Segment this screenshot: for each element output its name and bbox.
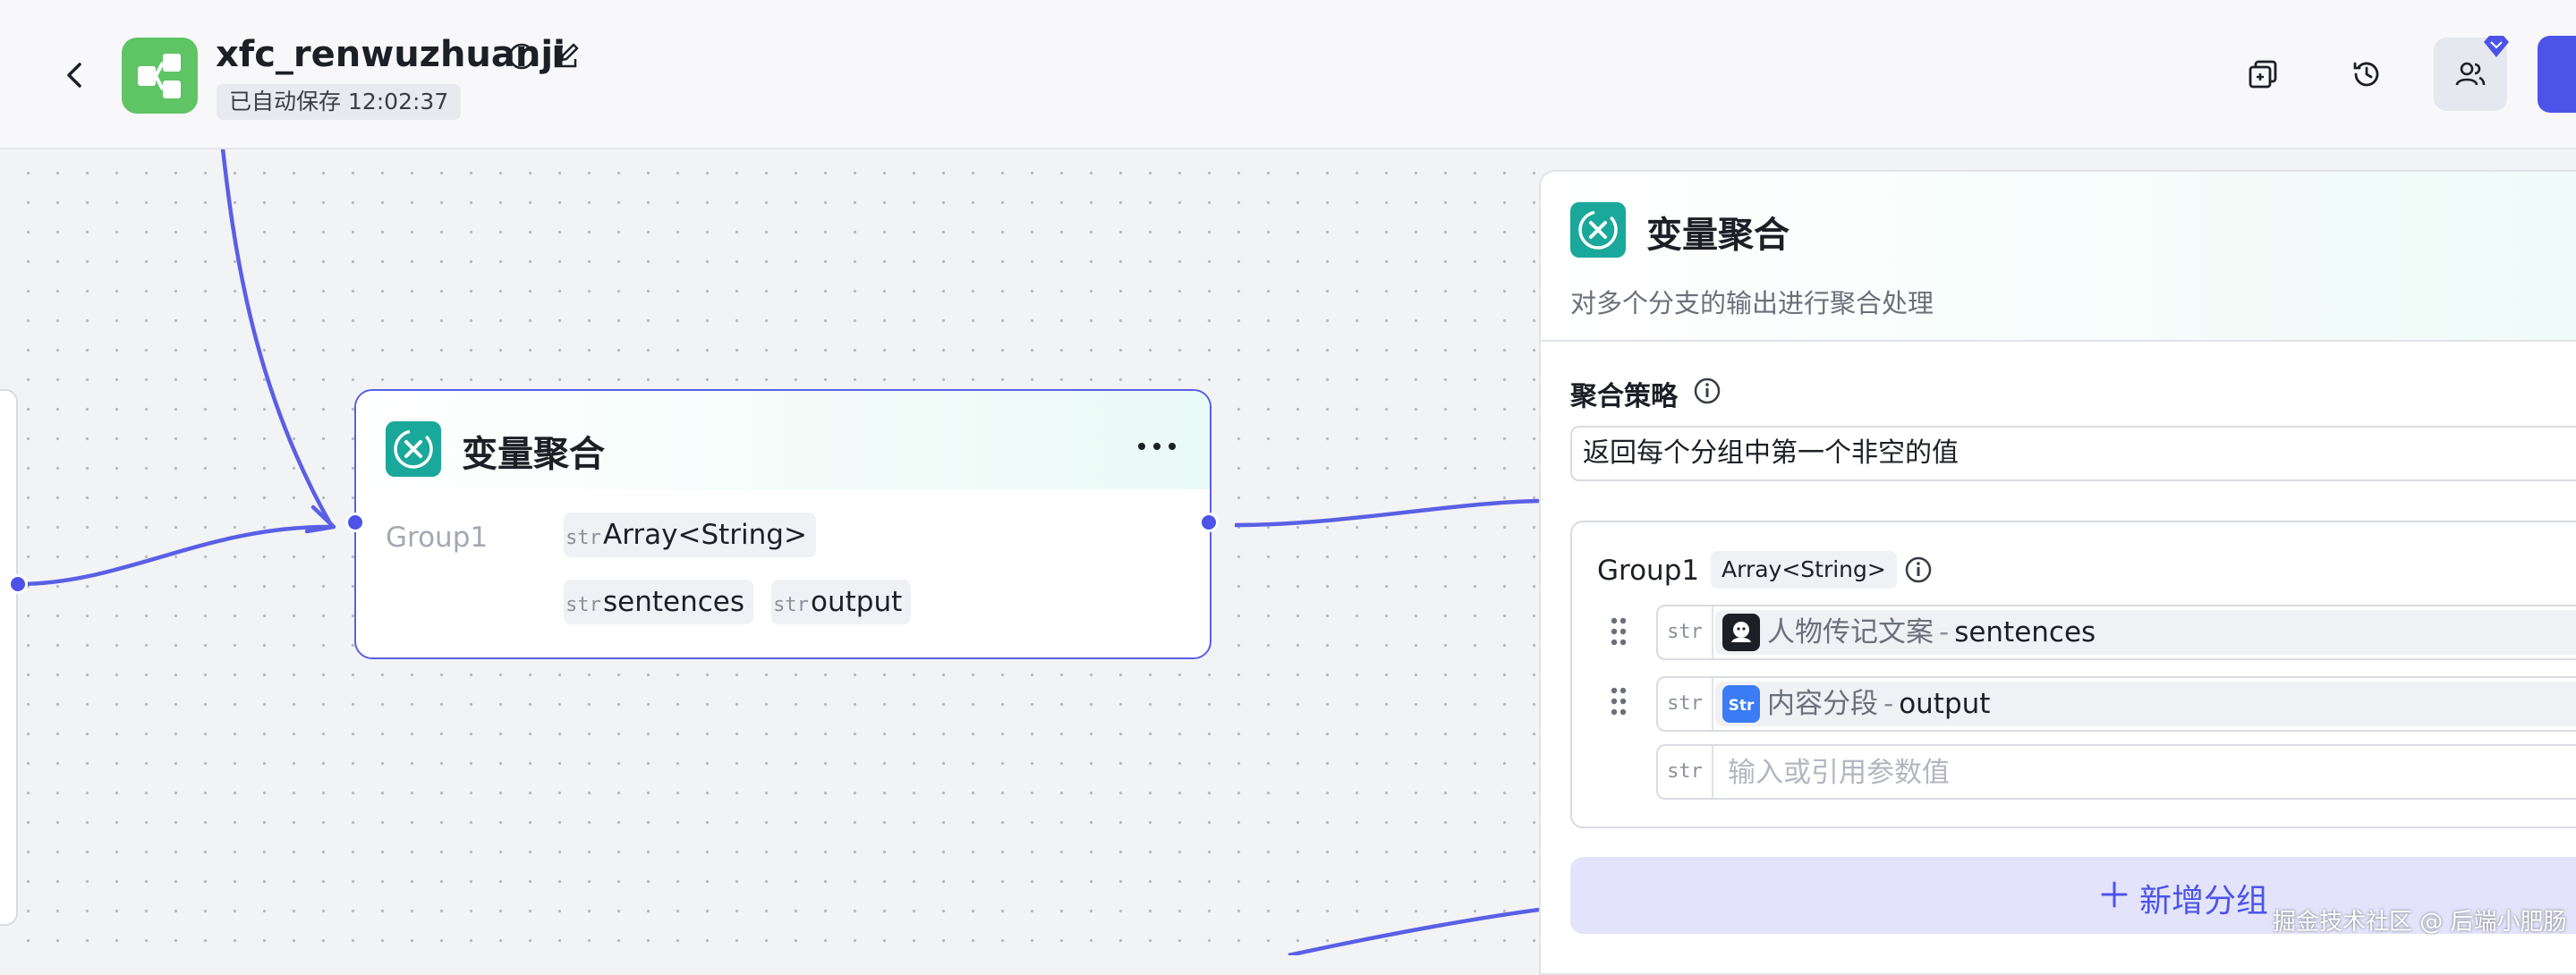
group-card: Group1 Array<String> str 人物传记文案 - senten…: [1570, 521, 2576, 828]
group-variable-row[interactable]: str: [1656, 744, 2576, 800]
str-type-icon: str: [565, 527, 601, 549]
variable-reference-text: 人物传记文案 - sentences: [1767, 616, 2096, 649]
back-arrow-icon[interactable]: [55, 55, 95, 95]
panel-header: 变量聚合 对多个分支的输出进行聚合处理: [1541, 172, 2576, 342]
info-icon[interactable]: [506, 41, 537, 72]
autosave-status: 已自动保存 12:02:37: [217, 84, 462, 120]
group-variable-row[interactable]: str Str 内容分段 - output: [1656, 676, 2576, 732]
info-icon[interactable]: [1903, 555, 1934, 585]
info-icon[interactable]: [1692, 376, 1722, 406]
workflow-logo-icon: [122, 38, 198, 114]
editor-header: xfc_renwuzhuanji 已自动保存 12:02:37: [0, 0, 2576, 149]
add-group-label: 新增分组: [2139, 883, 2269, 920]
input-port[interactable]: [345, 513, 365, 532]
users-icon: [2455, 62, 2486, 86]
previous-node[interactable]: [0, 389, 18, 926]
str-type-icon: str: [565, 594, 601, 616]
group-type-badge: Array<String>: [1711, 551, 1897, 589]
strategy-label: 聚合策略: [1570, 381, 1678, 412]
drag-handle-icon[interactable]: [1608, 685, 1629, 717]
variable-reference-text: 内容分段 - output: [1767, 688, 1991, 720]
edit-icon[interactable]: [550, 41, 581, 72]
bot-avatar-icon: [1722, 614, 1760, 651]
history-clock-icon: [2353, 62, 2379, 87]
variable-x-icon: [1570, 202, 1626, 258]
node-type-tag: strArray<String>: [564, 513, 816, 557]
node-config-panel: 变量聚合 对多个分支的输出进行聚合处理 聚合策略 返回每个分组中第一个非空的值 …: [1539, 170, 2576, 975]
node-var-tag: stroutput: [771, 580, 912, 624]
str-plugin-icon: Str: [1722, 685, 1760, 723]
output-port[interactable]: [8, 574, 28, 594]
variable-aggregate-node[interactable]: 变量聚合 Group1 strArray<String> strsentence…: [354, 389, 1211, 659]
variable-reference-chip[interactable]: Str 内容分段 - output: [1715, 682, 2576, 726]
strategy-select[interactable]: 返回每个分组中第一个非空的值: [1570, 426, 2576, 481]
variable-reference-chip[interactable]: 人物传记文案 - sentences: [1715, 610, 2576, 655]
str-type-icon: str: [1658, 606, 1713, 658]
copy-icon: [2249, 60, 2277, 89]
group-name: Group1: [1597, 555, 1700, 587]
svg-text:Str: Str: [1729, 697, 1755, 715]
watermark: 掘金技术社区 @ 后端小肥肠: [2273, 909, 2567, 936]
output-port[interactable]: [1199, 513, 1219, 532]
str-type-icon: str: [1658, 746, 1713, 798]
variable-x-icon: [386, 421, 441, 477]
node-var-tag: strsentences: [564, 580, 754, 624]
vip-diamond-icon: [2484, 36, 2509, 57]
history-button[interactable]: [2330, 38, 2403, 111]
node-group-label: Group1: [386, 521, 489, 554]
more-options-icon[interactable]: [1135, 437, 1179, 455]
drag-handle-icon[interactable]: [1608, 615, 1629, 648]
plus-icon: [2101, 881, 2128, 908]
str-type-icon: str: [1658, 678, 1713, 730]
panel-title: 变量聚合: [1646, 215, 1790, 256]
node-title: 变量聚合: [462, 434, 605, 475]
group-variable-row[interactable]: str 人物传记文案 - sentences: [1656, 605, 2576, 660]
copy-button[interactable]: [2226, 38, 2300, 111]
str-type-icon: str: [773, 594, 809, 616]
publish-button[interactable]: [2538, 36, 2576, 113]
variable-value-input[interactable]: [1715, 746, 2576, 800]
panel-description: 对多个分支的输出进行聚合处理: [1570, 288, 1934, 318]
